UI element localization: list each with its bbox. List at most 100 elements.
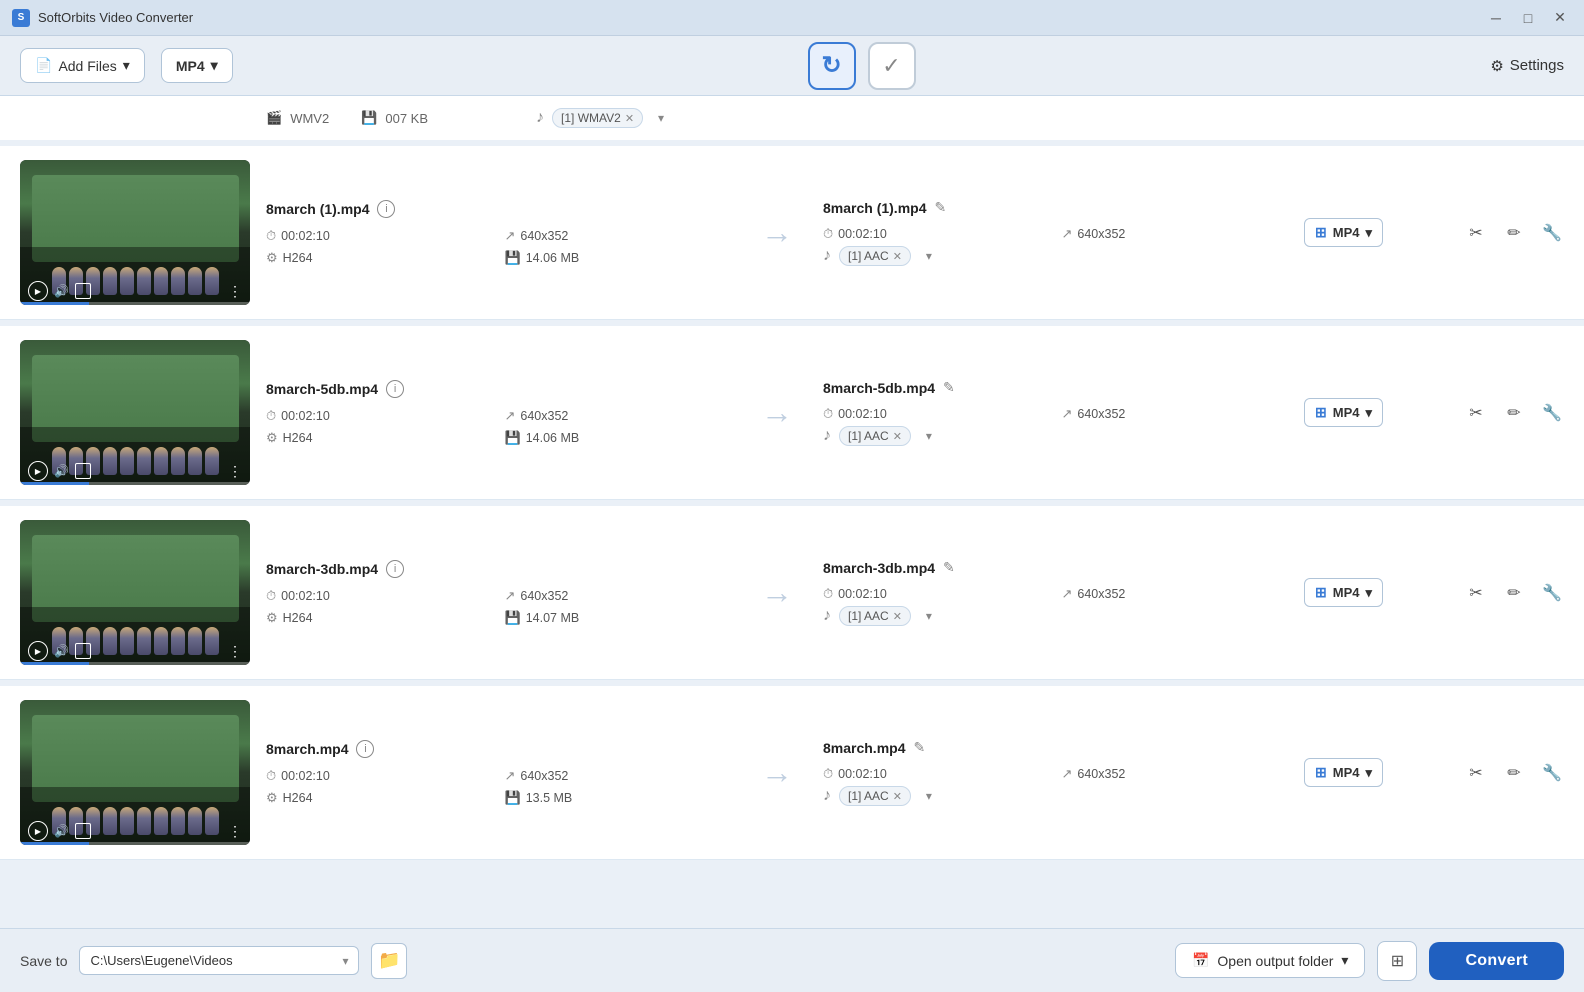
audio-label: [1] AAC (848, 249, 889, 263)
more-icon[interactable]: ⋮ (228, 643, 242, 660)
play-button[interactable]: ▶ (28, 281, 48, 301)
thumb-controls: ▶ 🔊 ⋮ (20, 281, 250, 301)
edit-icon[interactable]: ✎ (943, 559, 955, 576)
output-format-button[interactable]: ⊞ MP4 ▾ (1304, 218, 1383, 247)
convert-button[interactable]: Convert (1429, 942, 1564, 980)
output-resize-icon: ↗ (1062, 766, 1073, 782)
volume-icon[interactable]: 🔊 (54, 644, 69, 658)
play-button[interactable]: ▶ (28, 641, 48, 661)
resolution-value: 640x352 (520, 229, 568, 243)
output-format-button[interactable]: ⊞ MP4 ▾ (1304, 758, 1383, 787)
partial-size: 007 KB (385, 111, 428, 126)
file-meta: ⏱ 00:02:10 ↗ 640x352 ⚙ H264 💾 13.5 MB (266, 768, 731, 806)
scissors-button[interactable]: ✂ (1461, 578, 1491, 608)
thumb-controls: ▶ 🔊 ⋮ (20, 821, 250, 841)
minimize-button[interactable]: ─ (1484, 6, 1508, 30)
add-files-button[interactable]: 📄 Add Files ▾ (20, 48, 145, 83)
output-format-button[interactable]: ⊞ MP4 ▾ (1304, 578, 1383, 607)
audio-dropdown-button[interactable]: ▾ (919, 246, 939, 266)
open-output-button[interactable]: 📅 Open output folder ▾ (1175, 943, 1365, 978)
clock-icon: ⏱ (266, 228, 276, 244)
file-name: 8march-3db.mp4 (266, 561, 378, 577)
maximize-button[interactable]: □ (1516, 6, 1540, 30)
action-row-1: ✂ ✏ 🔧 (1461, 758, 1567, 788)
audio-remove-button[interactable]: ✕ (893, 430, 902, 443)
settings-button[interactable]: 🔧 (1537, 578, 1567, 608)
edit-icon[interactable]: ✎ (913, 739, 925, 756)
volume-icon[interactable]: 🔊 (54, 464, 69, 478)
play-button[interactable]: ▶ (28, 821, 48, 841)
edit-icon[interactable]: ✎ (943, 379, 955, 396)
convert-mode-button[interactable]: ↻ (808, 42, 856, 90)
scissors-button[interactable]: ✂ (1461, 758, 1491, 788)
info-icon[interactable]: i (386, 560, 404, 578)
duration-meta: ⏱ 00:02:10 (266, 768, 493, 784)
more-icon[interactable]: ⋮ (228, 283, 242, 300)
audio-dropdown-button[interactable]: ▾ (919, 786, 939, 806)
audio-row: ♪ [1] AAC ✕ ▾ (823, 786, 1288, 806)
save-path-input[interactable]: C:\Users\Eugene\Videos ▾ (79, 946, 359, 975)
settings-button[interactable]: 🔧 (1537, 398, 1567, 428)
format-selector-button[interactable]: MP4 ▾ (161, 48, 233, 83)
output-duration: 00:02:10 (838, 767, 887, 781)
audio-dropdown-button[interactable]: ▾ (919, 426, 939, 446)
info-icon[interactable]: i (386, 380, 404, 398)
audio-remove-button[interactable]: ✕ (893, 610, 902, 623)
audio-dropdown-button[interactable]: ▾ (919, 606, 939, 626)
scissors-button[interactable]: ✂ (1461, 398, 1491, 428)
thumb-controls: ▶ 🔊 ⋮ (20, 461, 250, 481)
actions-col: ✂ ✏ 🔧 (1464, 578, 1564, 608)
file-name-row: 8march (1).mp4 i (266, 200, 731, 218)
check-mode-button[interactable]: ✓ (868, 42, 916, 90)
more-icon[interactable]: ⋮ (228, 463, 242, 480)
settings-button[interactable]: 🔧 (1537, 218, 1567, 248)
settings-button[interactable]: ⚙ Settings (1490, 57, 1564, 75)
gear-icon: ⚙ (266, 790, 278, 806)
info-icon[interactable]: i (377, 200, 395, 218)
play-button[interactable]: ▶ (28, 461, 48, 481)
output-duration-meta: ⏱ 00:02:10 (823, 226, 1050, 242)
frame-icon (75, 643, 91, 659)
audio-label: [1] AAC (848, 609, 889, 623)
table-row: ▶ 🔊 ⋮ 8march.mp4 i ⏱ 00:02:10 (0, 686, 1584, 860)
edit-button[interactable]: ✏ (1499, 758, 1529, 788)
codec-meta: ⚙ H264 (266, 430, 493, 446)
close-button[interactable]: ✕ (1548, 6, 1572, 30)
partial-audio-badge: [1] WMAV2 ✕ (552, 108, 643, 128)
duration-meta: ⏱ 00:02:10 (266, 228, 493, 244)
edit-button[interactable]: ✏ (1499, 578, 1529, 608)
grid-view-button[interactable]: ⊞ (1377, 941, 1417, 981)
output-format-button[interactable]: ⊞ MP4 ▾ (1304, 398, 1383, 427)
file-name: 8march-5db.mp4 (266, 381, 378, 397)
audio-remove-button[interactable]: ✕ (893, 790, 902, 803)
edit-button[interactable]: ✏ (1499, 398, 1529, 428)
output-clock-icon: ⏱ (823, 406, 833, 422)
edit-icon[interactable]: ✎ (934, 199, 946, 216)
scissors-button[interactable]: ✂ (1461, 218, 1491, 248)
partial-audio-dropdown[interactable]: ▾ (651, 108, 671, 128)
browse-folder-button[interactable]: 📁 (371, 943, 407, 979)
size-meta: 💾 13.5 MB (505, 790, 732, 806)
codec-value: H264 (283, 251, 313, 265)
info-icon[interactable]: i (356, 740, 374, 758)
volume-icon[interactable]: 🔊 (54, 284, 69, 298)
bottom-bar: Save to C:\Users\Eugene\Videos ▾ 📁 📅 Ope… (0, 928, 1584, 992)
audio-note-icon: ♪ (823, 607, 831, 625)
file-name-row: 8march-3db.mp4 i (266, 560, 731, 578)
file-info-left: 8march.mp4 i ⏱ 00:02:10 ↗ 640x352 ⚙ H264 (250, 740, 747, 806)
edit-button[interactable]: ✏ (1499, 218, 1529, 248)
disk-icon: 💾 (505, 790, 521, 806)
codec-value: H264 (283, 791, 313, 805)
audio-remove-button[interactable]: ✕ (893, 250, 902, 263)
file-info-left: 8march-3db.mp4 i ⏱ 00:02:10 ↗ 640x352 ⚙ … (250, 560, 747, 626)
titlebar-controls: ─ □ ✕ (1484, 6, 1572, 30)
partial-file-row: 🎬 WMV2 💾 007 KB ♪ [1] WMAV2 ✕ ▾ (0, 96, 1584, 146)
thumbnail: ▶ 🔊 ⋮ (20, 340, 250, 485)
volume-icon[interactable]: 🔊 (54, 824, 69, 838)
format-col: ⊞ MP4 ▾ (1304, 398, 1464, 427)
more-icon[interactable]: ⋮ (228, 823, 242, 840)
output-duration-meta: ⏱ 00:02:10 (823, 766, 1050, 782)
partial-audio-remove[interactable]: ✕ (625, 112, 634, 125)
settings-button[interactable]: 🔧 (1537, 758, 1567, 788)
output-resolution: 640x352 (1077, 767, 1125, 781)
